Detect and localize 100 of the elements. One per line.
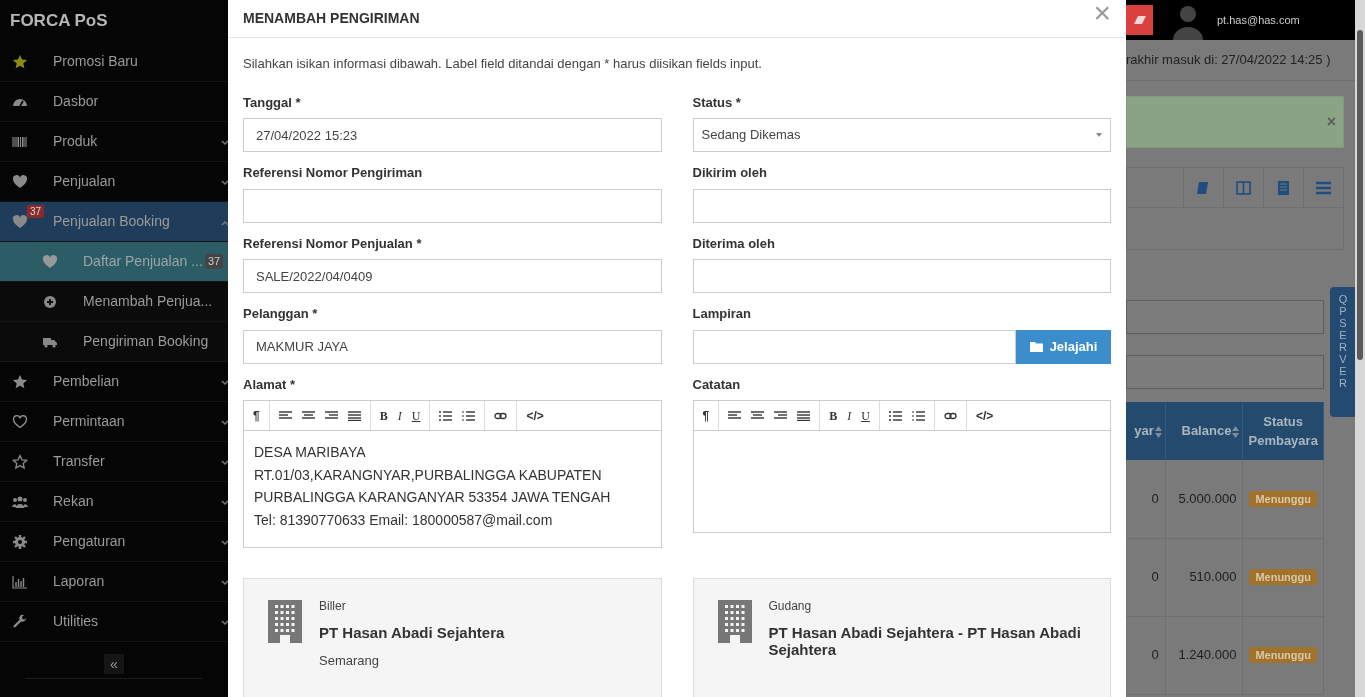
submenu-item[interactable]: Menambah Penjua... xyxy=(0,282,228,322)
rich-text-editor[interactable]: ¶ B I U </> xyxy=(692,400,1111,533)
field-label: Referensi Nomor Pengiriman xyxy=(243,164,424,182)
bulleted-list-button[interactable] xyxy=(439,410,453,421)
column-header[interactable]: Balance xyxy=(1165,402,1243,460)
table-cell: 0 xyxy=(1126,616,1166,694)
align-left-button[interactable] xyxy=(278,410,292,421)
card-label: Gudang xyxy=(768,598,813,615)
align-left-button[interactable] xyxy=(728,410,742,421)
align-right-icon xyxy=(774,410,788,421)
file-input-field[interactable] xyxy=(692,329,1016,364)
heart-icon xyxy=(42,253,58,270)
bulleted-list-icon xyxy=(888,410,902,421)
browse-button[interactable]: Jelajahi xyxy=(1016,329,1111,364)
field-label: Status * xyxy=(692,93,742,112)
align-right-icon xyxy=(324,410,338,421)
field-label: Alamat * xyxy=(243,375,297,394)
select-field[interactable]: Sedang Dikemas xyxy=(692,118,1111,152)
field-label: Tanggal * xyxy=(243,93,302,112)
submenu-item[interactable]: Daftar Penjualan ... 37 xyxy=(0,242,228,282)
numbered-list-button[interactable] xyxy=(911,410,925,421)
numbered-list-icon xyxy=(462,410,476,421)
code-view-button[interactable]: </> xyxy=(526,406,544,425)
sort-icon xyxy=(1232,425,1240,438)
dropdown-caret-icon xyxy=(1096,133,1102,137)
eraser-button[interactable] xyxy=(1126,5,1153,35)
bold-button[interactable]: B xyxy=(829,406,838,425)
underline-button[interactable]: U xyxy=(861,406,870,425)
code-view-button[interactable]: </> xyxy=(975,406,994,425)
input-field[interactable]: MAKMUR JAYA xyxy=(243,329,662,364)
card-label: Biller xyxy=(319,598,347,615)
sort-icon xyxy=(1154,425,1162,438)
numbered-list-icon xyxy=(911,410,925,421)
sidebar-item[interactable]: Pengaturan xyxy=(0,522,228,562)
align-center-icon xyxy=(301,410,315,421)
sidebar-item[interactable]: Produk xyxy=(0,122,228,162)
count-badge: 37 xyxy=(205,254,224,269)
field-label: Pelanggan * xyxy=(243,305,319,323)
align-center-button[interactable] xyxy=(751,410,765,421)
last-login-text: rakhir masuk di: 27/04/2022 14:25 ) xyxy=(1126,51,1331,70)
scrollbar-thumb[interactable] xyxy=(1357,30,1363,360)
bar-chart-icon xyxy=(12,573,28,590)
justify-icon xyxy=(347,410,361,421)
link-icon xyxy=(494,410,508,421)
star-icon xyxy=(12,453,28,470)
settings-icon xyxy=(12,533,28,550)
input-field[interactable] xyxy=(1126,300,1324,334)
editor-text-line: RT.01/03,KARANGNYAR,PURBALINGGA KABUPATEN xyxy=(254,465,603,485)
rich-text-editor[interactable]: ¶ B I U </> DESA MARIBAYA RT.01/03,KARANGNYAR,PURBALINGGA KABUPATEN PURBALINGGA KARANGANYAR 53354 JAWA TENGAH Tel: 81390770633 Email: 180000587@mail.com xyxy=(243,400,662,548)
table-cell: 5.000.000 xyxy=(1165,460,1243,538)
table-cell: 0 xyxy=(1126,538,1166,616)
link-icon xyxy=(943,410,957,421)
justify-button[interactable] xyxy=(797,410,811,421)
table-cell: 0 xyxy=(1126,460,1166,538)
collapse-button[interactable]: « xyxy=(104,654,124,674)
italic-button[interactable]: I xyxy=(847,406,852,425)
editor-text-line: PURBALINGGA KARANGANYAR 53354 JAWA TENGAH xyxy=(254,488,612,507)
input-field[interactable]: SALE/2022/04/0409 xyxy=(243,259,662,293)
link-button[interactable] xyxy=(943,410,957,421)
bulleted-list-button[interactable] xyxy=(888,410,902,421)
paragraph-button[interactable]: ¶ xyxy=(702,406,710,425)
editor-text-line: Tel: 81390770633 Email: 180000587@mail.com xyxy=(254,510,554,530)
align-right-button[interactable] xyxy=(774,410,788,421)
bold-button[interactable]: B xyxy=(379,406,388,425)
brand-logo: FORCA PoS xyxy=(9,10,109,33)
server-side-tab[interactable]: QP SERVER xyxy=(1330,287,1356,417)
field-label: Lampiran xyxy=(692,305,752,323)
table-cell: 510.000 xyxy=(1165,538,1243,616)
align-center-button[interactable] xyxy=(301,410,315,421)
field-label: Dikirim oleh xyxy=(692,164,768,182)
wrench-icon xyxy=(12,613,28,630)
field-label: Referensi Nomor Penjualan * xyxy=(243,234,423,253)
numbered-list-button[interactable] xyxy=(462,410,476,421)
link-button[interactable] xyxy=(494,410,508,421)
input-field[interactable]: 27/04/2022 15:23 xyxy=(243,118,662,152)
column-header[interactable]: yar xyxy=(1126,402,1166,460)
star-icon xyxy=(12,53,28,70)
sidebar-item[interactable]: Penjualan Booking 37 xyxy=(0,202,228,242)
status-badge: Menunggu xyxy=(1249,569,1317,586)
align-right-button[interactable] xyxy=(324,410,338,421)
card-title: PT Hasan Abadi Sejahtera - PT Hasan Abadi Sejahtera xyxy=(768,624,1082,658)
columns-icon xyxy=(1236,180,1251,195)
input-field[interactable] xyxy=(1126,355,1324,389)
plus-circle-icon xyxy=(42,293,58,310)
align-center-icon xyxy=(751,410,765,421)
underline-button[interactable]: U xyxy=(411,406,421,425)
justify-icon xyxy=(797,410,811,421)
status-badge: Menunggu xyxy=(1249,491,1317,507)
user-email[interactable]: pt.has@has.com xyxy=(1217,11,1300,29)
count-badge: 37 xyxy=(27,205,45,218)
heart-icon xyxy=(12,413,28,430)
italic-button[interactable]: I xyxy=(397,406,402,425)
submenu-item[interactable]: Pengiriman Booking xyxy=(0,322,228,362)
justify-button[interactable] xyxy=(347,410,361,421)
align-left-icon xyxy=(728,410,742,421)
paragraph-button[interactable]: ¶ xyxy=(253,406,260,425)
field-label: Diterima oleh xyxy=(692,234,776,253)
heart-icon xyxy=(12,213,28,230)
star-icon xyxy=(12,373,28,390)
column-header[interactable]: Status Pembayara xyxy=(1242,402,1324,460)
